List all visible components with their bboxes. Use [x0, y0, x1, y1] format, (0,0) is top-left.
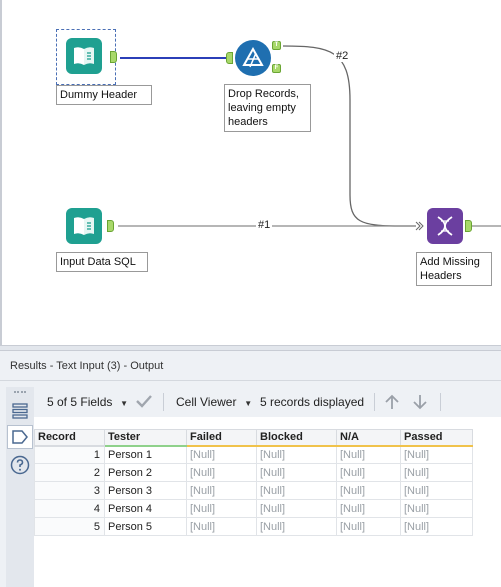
false-anchor[interactable]: F [272, 64, 281, 73]
arrow-up-icon[interactable] [384, 393, 400, 414]
cell-blocked[interactable]: [Null] [256, 517, 337, 536]
table-row[interactable]: 5 Person 5 [Null] [Null] [Null] [Null] [34, 517, 473, 536]
cell-blocked[interactable]: [Null] [256, 481, 337, 500]
column-header-tester[interactable]: Tester [104, 429, 187, 447]
tool-label-input-data-sql: Input Data SQL [56, 252, 148, 272]
cell-tester[interactable]: Person 3 [104, 481, 187, 500]
rail-grip[interactable] [14, 391, 26, 395]
cell-passed[interactable]: [Null] [400, 445, 473, 464]
chevron-down-icon: ▼ [115, 399, 129, 408]
viewer-selector-label: Cell Viewer [176, 395, 237, 409]
column-header-record[interactable]: Record [34, 429, 105, 447]
help-icon[interactable] [7, 453, 33, 477]
table-row[interactable]: 2 Person 2 [Null] [Null] [Null] [Null] [34, 463, 473, 482]
record-number: 2 [34, 463, 105, 482]
results-title: Results - Text Input (3) - Output [0, 351, 501, 381]
table-row[interactable]: 3 Person 3 [Null] [Null] [Null] [Null] [34, 481, 473, 500]
cell-failed[interactable]: [Null] [186, 481, 257, 500]
union-dna-icon[interactable] [427, 208, 463, 244]
results-main: 5 of 5 Fields ▼ Cell Viewer ▼ 5 records … [34, 387, 501, 587]
output-anchor[interactable] [465, 220, 472, 232]
fields-selector[interactable]: 5 of 5 Fields ▼ [47, 395, 128, 409]
cell-tester[interactable]: Person 2 [104, 463, 187, 482]
text-input-book-icon[interactable] [66, 208, 102, 244]
column-header-failed[interactable]: Failed [186, 429, 257, 447]
column-header-passed[interactable]: Passed [400, 429, 473, 447]
results-grid[interactable]: Record Tester Failed Blocked N/A Passed … [34, 429, 473, 536]
record-number: 1 [34, 445, 105, 464]
arrow-down-icon[interactable] [412, 393, 428, 414]
cell-blocked[interactable]: [Null] [256, 463, 337, 482]
cell-na[interactable]: [Null] [336, 445, 401, 464]
wire-drop-to-add [282, 45, 416, 227]
cell-blocked[interactable]: [Null] [256, 499, 337, 518]
wire-label-2: #2 [334, 50, 351, 62]
tool-label-dummy-header: Dummy Header [56, 85, 152, 105]
cell-tester[interactable]: Person 5 [104, 517, 187, 536]
cell-blocked[interactable]: [Null] [256, 445, 337, 464]
record-number: 3 [34, 481, 105, 500]
cell-failed[interactable]: [Null] [186, 517, 257, 536]
table-view-icon[interactable] [7, 399, 33, 423]
cell-failed[interactable]: [Null] [186, 463, 257, 482]
records-status: 5 records displayed [260, 395, 365, 409]
cell-na[interactable]: [Null] [336, 481, 401, 500]
workflow-canvas[interactable]: #2 #1 Dummy Header T F Drop Records, lea… [0, 0, 501, 345]
text-input-book-icon[interactable] [66, 38, 102, 74]
toolbar-divider [374, 393, 375, 411]
apply-checkmark-icon[interactable] [135, 392, 153, 413]
table-row[interactable]: 4 Person 4 [Null] [Null] [Null] [Null] [34, 499, 473, 518]
table-row[interactable]: 1 Person 1 [Null] [Null] [Null] [Null] [34, 445, 473, 464]
true-anchor[interactable]: T [272, 41, 281, 50]
toolbar-divider [440, 393, 441, 411]
results-panel: Results - Text Input (3) - Output 5 of 5… [0, 351, 501, 587]
output-anchor[interactable] [110, 51, 117, 63]
cell-passed[interactable]: [Null] [400, 517, 473, 536]
tool-label-drop-records: Drop Records, leaving empty headers [224, 84, 311, 132]
results-toolbar: 5 of 5 Fields ▼ Cell Viewer ▼ 5 records … [34, 387, 501, 417]
cell-tester[interactable]: Person 1 [104, 445, 187, 464]
grid-header-row: Record Tester Failed Blocked N/A Passed [34, 429, 473, 447]
column-header-na[interactable]: N/A [336, 429, 401, 447]
cell-failed[interactable]: [Null] [186, 499, 257, 518]
record-number: 4 [34, 499, 105, 518]
output-anchor[interactable] [107, 220, 114, 232]
cell-na[interactable]: [Null] [336, 499, 401, 518]
cell-failed[interactable]: [Null] [186, 445, 257, 464]
record-number: 5 [34, 517, 105, 536]
toolbar-divider [163, 393, 164, 411]
cell-passed[interactable]: [Null] [400, 463, 473, 482]
wire-arrow [415, 221, 424, 231]
fields-selector-label: 5 of 5 Fields [47, 395, 113, 409]
chevron-down-icon: ▼ [239, 399, 253, 408]
cell-passed[interactable]: [Null] [400, 499, 473, 518]
input-anchor[interactable] [226, 52, 233, 64]
viewer-selector[interactable]: Cell Viewer ▼ [176, 395, 252, 409]
cell-tester[interactable]: Person 4 [104, 499, 187, 518]
filter-triangle-icon[interactable] [235, 40, 271, 76]
results-side-rail [6, 387, 34, 587]
column-header-blocked[interactable]: Blocked [256, 429, 337, 447]
cell-na[interactable]: [Null] [336, 517, 401, 536]
cell-passed[interactable]: [Null] [400, 481, 473, 500]
cell-na[interactable]: [Null] [336, 463, 401, 482]
tool-label-add-missing-headers: Add Missing Headers [416, 252, 492, 286]
metadata-tag-icon[interactable] [7, 425, 33, 449]
wire-label-1: #1 [256, 219, 273, 231]
